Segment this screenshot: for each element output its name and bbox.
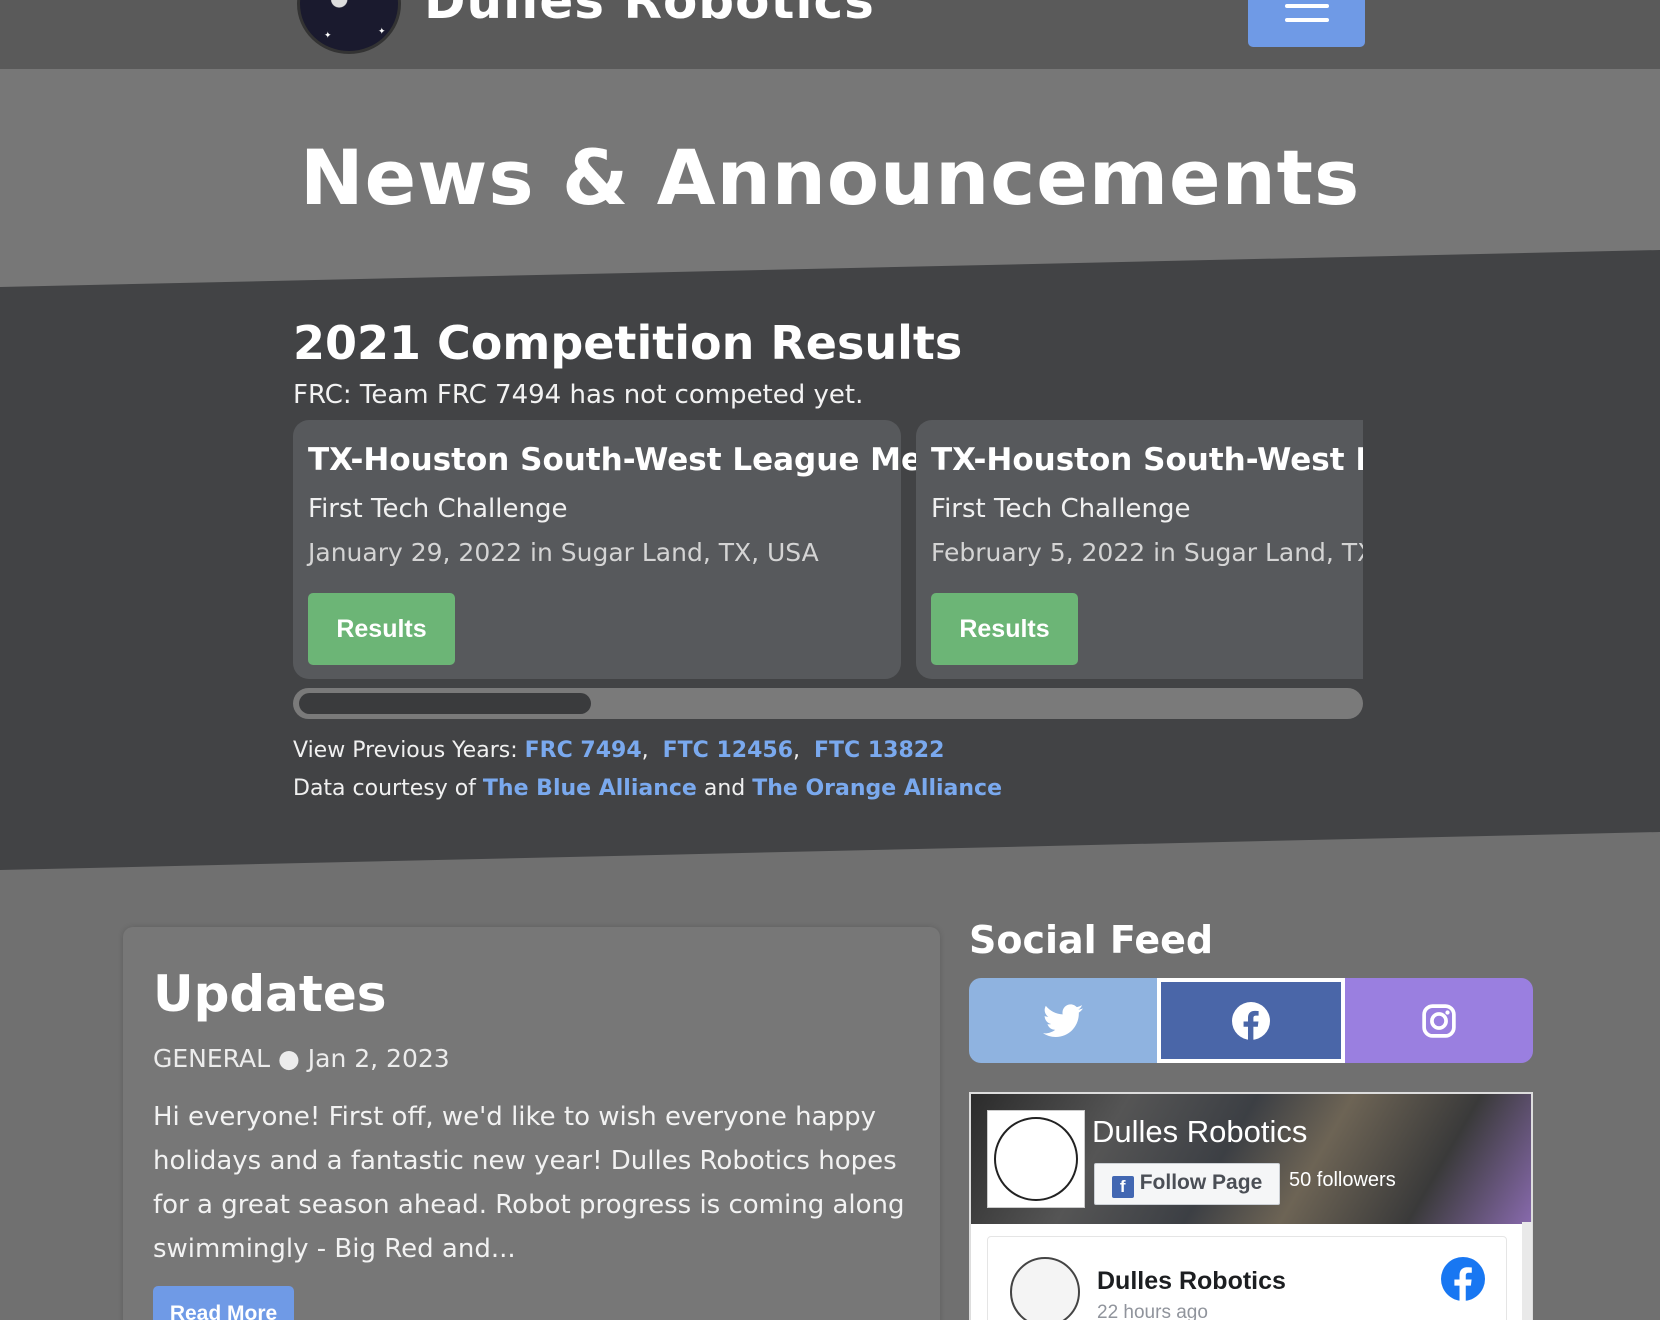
link-frc-7494[interactable]: FRC 7494	[525, 738, 642, 763]
event-date-location: January 29, 2022 in Sugar Land, TX, USA	[308, 538, 819, 567]
facebook-f-icon: f	[1111, 1175, 1134, 1198]
updates-title: Updates	[153, 965, 387, 1023]
event-card: TX-Houston South-West League Meet 1 Firs…	[293, 420, 990, 679]
competition-subtitle: FRC: Team FRC 7494 has not competed yet.	[293, 380, 864, 410]
read-more-button[interactable]: Read More	[153, 1286, 294, 1320]
previous-years-label: View Previous Years:	[293, 738, 518, 763]
avatar[interactable]	[1010, 1257, 1080, 1320]
previous-years: View Previous Years: FRC 7494, FTC 12456…	[293, 738, 945, 763]
event-card: TX-Houston South-West League Meet 2 Firs…	[916, 420, 1363, 679]
facebook-icon	[1232, 1001, 1270, 1040]
event-name: TX-Houston South-West League Meet 2	[931, 442, 1363, 478]
results-button[interactable]: Results	[308, 593, 455, 665]
link-ftc-13822[interactable]: FTC 13822	[814, 738, 944, 763]
courtesy-and: and	[703, 776, 746, 801]
updates-card: Updates GENERAL ● Jan 2, 2023 Hi everyon…	[123, 927, 940, 1320]
instagram-icon	[1422, 1003, 1456, 1038]
link-orange-alliance[interactable]: The Orange Alliance	[752, 776, 1002, 801]
fb-post: Dulles Robotics 22 hours ago	[987, 1236, 1507, 1320]
fb-page-name[interactable]: Dulles Robotics	[1092, 1114, 1307, 1150]
post-meta: GENERAL ● Jan 2, 2023	[153, 1044, 450, 1073]
widget-scrollbar[interactable]	[1522, 1222, 1532, 1320]
follower-count: 50 followers	[1289, 1169, 1396, 1191]
navbar: ✦ ✦ ✦ Dulles Robotics	[0, 0, 1660, 69]
post-time[interactable]: 22 hours ago	[1097, 1302, 1208, 1320]
event-name: TX-Houston South-West League Meet 1	[308, 442, 991, 478]
tab-instagram[interactable]	[1345, 978, 1533, 1063]
post-excerpt: Hi everyone! First off, we'd like to wis…	[153, 1102, 905, 1264]
event-program: First Tech Challenge	[308, 494, 568, 524]
scrollbar-thumb[interactable]	[299, 693, 591, 714]
competition-title: 2021 Competition Results	[293, 316, 963, 370]
link-blue-alliance[interactable]: The Blue Alliance	[483, 776, 697, 801]
data-courtesy: Data courtesy of The Blue Alliance and T…	[293, 776, 1002, 801]
twitter-icon	[1043, 1003, 1083, 1037]
link-ftc-12456[interactable]: FTC 12456	[663, 738, 793, 763]
facebook-page-widget: Dulles Robotics f Follow Page 50 follower…	[969, 1092, 1533, 1320]
facebook-icon[interactable]	[1441, 1257, 1485, 1301]
event-program: First Tech Challenge	[931, 494, 1191, 524]
menu-toggle-button[interactable]	[1248, 0, 1365, 47]
team-logo[interactable]: ✦ ✦ ✦	[297, 0, 401, 54]
courtesy-prefix: Data courtesy of	[293, 776, 476, 801]
post-author[interactable]: Dulles Robotics	[1097, 1267, 1286, 1296]
social-feed-title: Social Feed	[969, 918, 1214, 962]
event-date-location: February 5, 2022 in Sugar Land, TX, USA	[931, 538, 1363, 567]
carousel-scrollbar[interactable]	[293, 688, 1363, 719]
event-cards-carousel[interactable]: TX-Houston South-West League Meet 1 Firs…	[293, 420, 1363, 680]
brand-name[interactable]: Dulles Robotics	[424, 0, 875, 30]
page-title: News & Announcements	[300, 133, 1361, 222]
page-avatar[interactable]	[987, 1110, 1085, 1208]
tab-facebook[interactable]	[1157, 978, 1345, 1063]
results-button[interactable]: Results	[931, 593, 1078, 665]
follow-page-label: Follow Page	[1139, 1170, 1263, 1194]
follow-page-button[interactable]: f Follow Page	[1094, 1163, 1280, 1205]
social-tabs	[969, 978, 1533, 1063]
tab-twitter[interactable]	[969, 978, 1157, 1063]
